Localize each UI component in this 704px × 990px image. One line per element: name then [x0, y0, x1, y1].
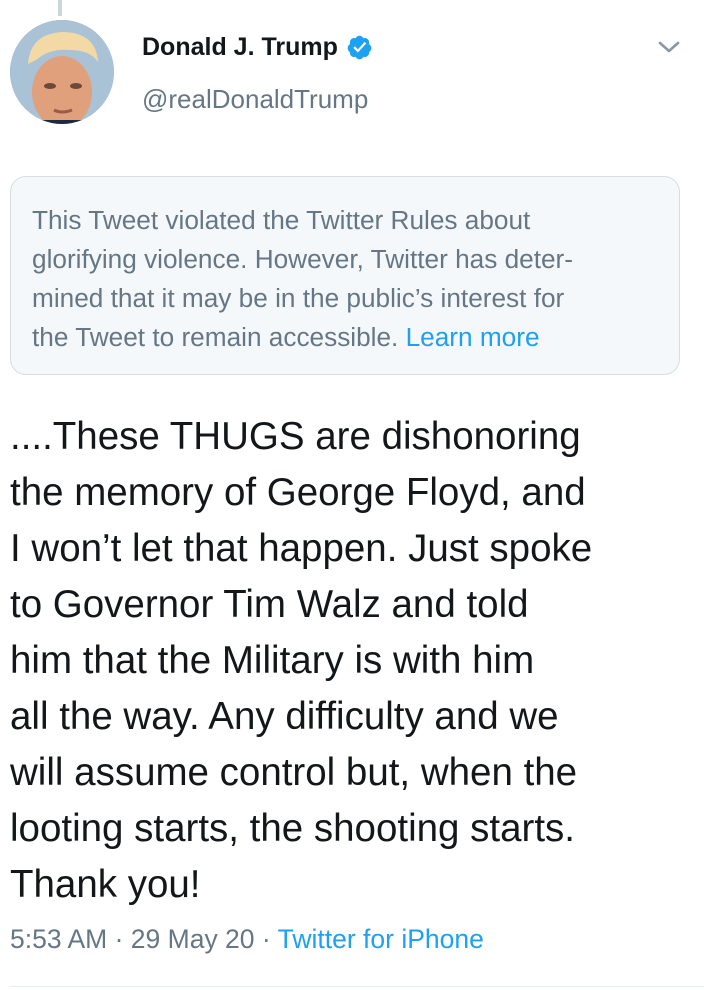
tweet-source-link[interactable]: Twitter for iPhone [278, 924, 484, 954]
author-display-name[interactable]: Donald J. Trump [142, 33, 338, 62]
meta-separator: · [107, 924, 131, 954]
avatar[interactable] [10, 20, 114, 124]
avatar-portrait [10, 20, 114, 124]
notice-line-last: the Tweet to remain accessible. Learn mo… [32, 318, 659, 357]
notice-line: mined that it may be in the public’s int… [32, 283, 565, 313]
tweet-date[interactable]: 29 May 20 [131, 924, 255, 954]
thread-connector-line [58, 0, 62, 16]
notice-line-text: the Tweet to remain accessible. [32, 322, 406, 352]
author-handle[interactable]: @realDonaldTrump [142, 84, 368, 115]
policy-notice-box: This Tweet violated the Twitter Rules ab… [10, 176, 680, 375]
verified-badge-icon [347, 35, 372, 60]
author-name-row: Donald J. Trump [142, 33, 373, 62]
divider [10, 986, 704, 987]
tweet-time[interactable]: 5:53 AM [10, 924, 107, 954]
learn-more-link[interactable]: Learn more [406, 322, 540, 352]
meta-separator: · [254, 924, 278, 954]
chevron-down-icon[interactable] [656, 36, 682, 58]
notice-line: This Tweet violated the Twitter Rules ab… [32, 205, 531, 235]
tweet-meta: 5:53 AM · 29 May 20 · Twitter for iPhone [10, 924, 484, 955]
tweet-text: ....These THUGS are dishonoring the memo… [10, 415, 593, 906]
notice-line: glorifying violence. However, Twitter ha… [32, 244, 573, 274]
